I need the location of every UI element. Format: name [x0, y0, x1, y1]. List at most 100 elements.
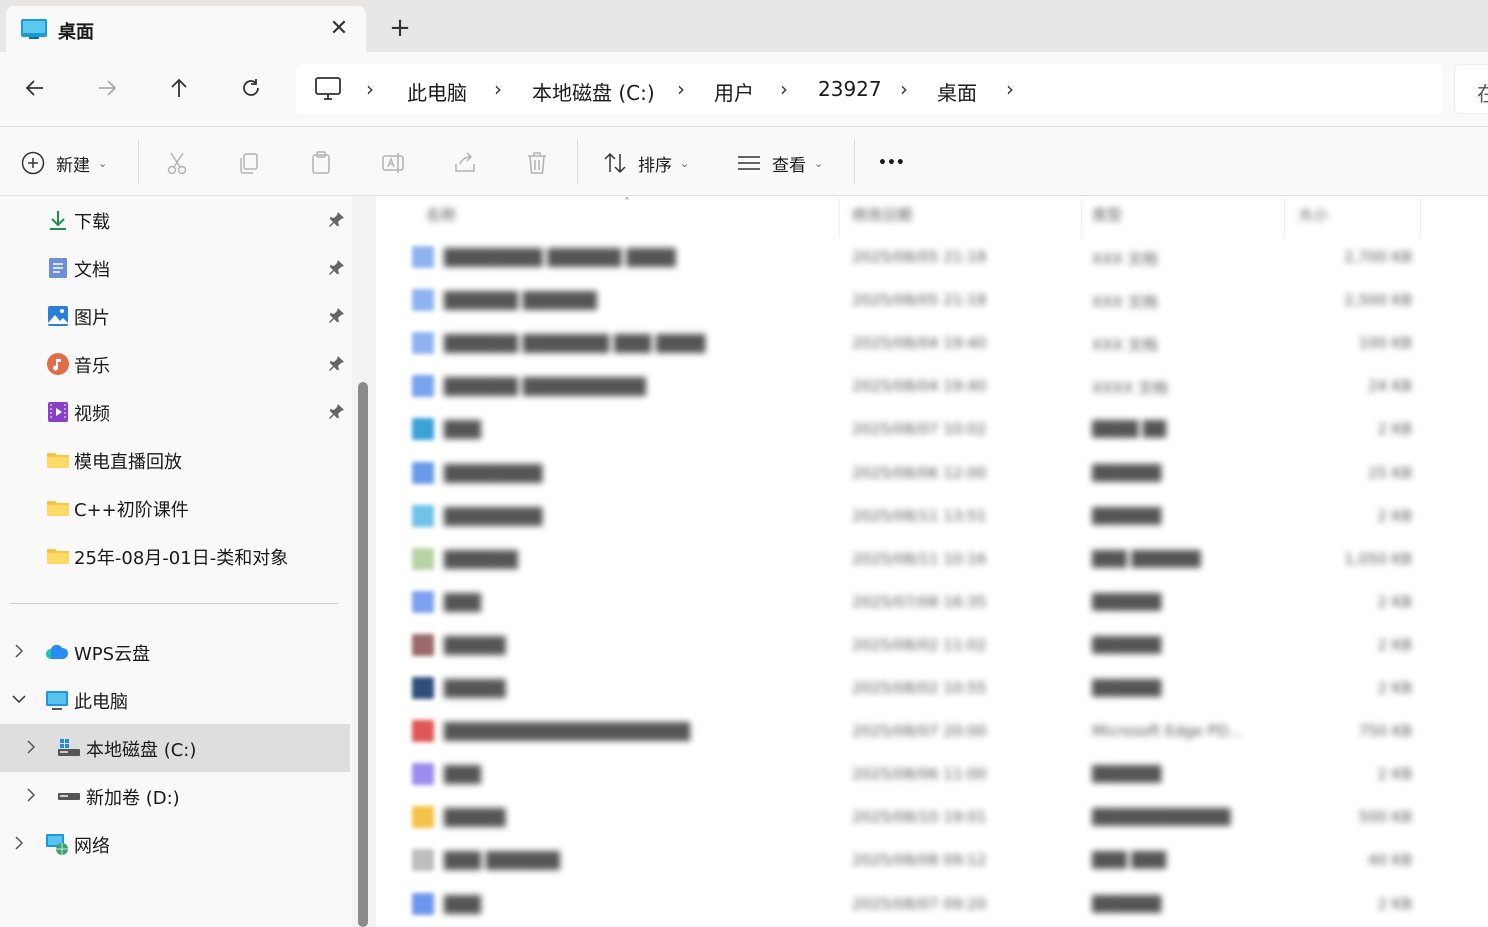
- file-name: ███: [444, 420, 481, 440]
- file-row[interactable]: ███ 2025/07/08 16:35 ██████ 2 KB: [404, 581, 1424, 624]
- file-size: 2 KB: [1377, 679, 1412, 697]
- sidebar-item-new-volume-d[interactable]: 新加卷 (D:): [0, 772, 350, 820]
- column-header-type[interactable]: 类型: [1092, 204, 1122, 234]
- breadcrumb-separator[interactable]: ›: [900, 77, 908, 101]
- file-type: XXXX 文档: [1092, 379, 1168, 398]
- file-row[interactable]: ███ 2025/08/06 11:00 ██████ 2 KB: [404, 753, 1424, 796]
- view-button-label: 查看: [772, 155, 806, 176]
- sidebar-item-network[interactable]: 网络: [0, 820, 350, 868]
- file-modified-date: 2025/07/08 16:35: [852, 592, 987, 611]
- breadcrumb-separator[interactable]: ›: [1006, 77, 1014, 101]
- back-button[interactable]: [17, 70, 53, 106]
- column-header-date[interactable]: 修改日期: [852, 204, 912, 234]
- file-type-icon: [412, 720, 434, 743]
- sidebar-item-folder[interactable]: 25年-08月-01日-类和对象: [0, 532, 350, 580]
- file-row[interactable]: ████████ ██████ ████ 2025/08/05 21:18 XXX …: [404, 236, 1424, 279]
- cut-button[interactable]: [164, 147, 190, 179]
- chevron-right-icon[interactable]: [22, 738, 40, 756]
- sidebar-item-this-pc[interactable]: 此电脑: [0, 676, 350, 724]
- file-row[interactable]: ██████ ███████ ███ ████ 2025/08/04 19:40 X…: [404, 322, 1424, 365]
- sidebar-item-folder[interactable]: 模电直播回放: [0, 436, 350, 484]
- pin-icon[interactable]: [326, 402, 346, 422]
- chevron-right-icon[interactable]: [10, 834, 28, 852]
- breadcrumb-this-pc[interactable]: 此电脑: [407, 77, 467, 106]
- pin-icon[interactable]: [326, 258, 346, 278]
- file-row[interactable]: ███ ██████ 2025/08/08 09:12 ███ ███ 40 KB: [404, 839, 1424, 882]
- file-row[interactable]: █████ 2025/08/10 19:01 ████████████ 500 KB: [404, 796, 1424, 839]
- pin-icon[interactable]: [326, 210, 346, 230]
- chevron-down-icon[interactable]: [10, 690, 28, 708]
- breadcrumb-separator[interactable]: ›: [366, 77, 374, 101]
- trash-icon: [528, 152, 546, 174]
- column-divider[interactable]: [839, 198, 840, 238]
- sidebar-item-music[interactable]: 音乐: [0, 340, 350, 388]
- address-bar[interactable]: › 此电脑 › 本地磁盘 (C:) › 用户 › 23927 › 桌面 ›: [296, 64, 1442, 114]
- copy-button[interactable]: [236, 147, 262, 179]
- sidebar-item-folder[interactable]: C++初阶课件: [0, 484, 350, 532]
- file-type-icon: [412, 418, 434, 441]
- breadcrumb-local-disk-c[interactable]: 本地磁盘 (C:): [532, 77, 655, 106]
- file-size: 25 KB: [1368, 463, 1412, 482]
- share-button[interactable]: [452, 147, 478, 179]
- sidebar-item-label: 图片: [74, 308, 110, 329]
- sidebar-item-documents[interactable]: 文档: [0, 244, 350, 292]
- breadcrumb-desktop[interactable]: 桌面: [937, 77, 977, 106]
- delete-button[interactable]: [524, 147, 550, 179]
- sidebar-item-local-disk-c[interactable]: 本地磁盘 (C:): [0, 724, 350, 772]
- forward-button[interactable]: [89, 70, 125, 106]
- pin-icon[interactable]: [326, 354, 346, 374]
- file-row[interactable]: ████████ 2025/08/06 12:00 ██████ 25 KB: [404, 452, 1424, 495]
- sort-button[interactable]: 排序 ⌄: [602, 147, 689, 179]
- file-row[interactable]: ████████████████████ 2025/08/07 20:00 Micr…: [404, 710, 1424, 753]
- chevron-right-icon[interactable]: [10, 642, 28, 660]
- file-name: ██████ ██████████: [444, 377, 646, 397]
- breadcrumb-separator[interactable]: ›: [780, 77, 788, 101]
- rename-button[interactable]: [380, 147, 406, 179]
- breadcrumb-user-folder[interactable]: 23927: [818, 77, 882, 101]
- column-header-name[interactable]: 名称: [426, 204, 456, 234]
- file-row[interactable]: ██████ ██████ 2025/08/05 21:18 XXX 文档 2,500…: [404, 279, 1424, 322]
- file-row[interactable]: ███ 2025/08/07 09:20 ██████ 2 KB: [404, 883, 1424, 926]
- sidebar-item-downloads[interactable]: 下载: [0, 196, 350, 244]
- file-row[interactable]: █████ 2025/08/02 11:02 ██████ 2 KB: [404, 624, 1424, 667]
- new-tab-button[interactable]: +: [384, 12, 416, 44]
- sidebar-item-wps-cloud[interactable]: WPS云盘: [0, 628, 350, 676]
- chevron-right-icon[interactable]: [22, 786, 40, 804]
- file-row[interactable]: ███ 2025/08/07 10:02 ████ ██ 2 KB: [404, 408, 1424, 451]
- refresh-button[interactable]: [233, 70, 269, 106]
- sidebar-item-pictures[interactable]: 图片: [0, 292, 350, 340]
- file-row[interactable]: ████████ 2025/08/11 13:51 ██████ 2 KB: [404, 495, 1424, 538]
- file-type-icon: [412, 289, 434, 312]
- file-size: 2 KB: [1377, 592, 1412, 611]
- file-type-icon: [412, 504, 434, 527]
- chevron-down-icon: ⌄: [680, 156, 690, 170]
- file-size: 2 KB: [1377, 765, 1412, 784]
- file-row[interactable]: ██████ ██████████ 2025/08/04 19:40 XXXX 文档…: [404, 365, 1424, 408]
- column-divider[interactable]: [1284, 198, 1285, 238]
- breadcrumb-separator[interactable]: ›: [677, 77, 685, 101]
- tab-desktop[interactable]: 桌面 ✕: [6, 6, 366, 52]
- more-options-button[interactable]: •••: [878, 147, 905, 179]
- file-row[interactable]: █████ 2025/08/02 10:55 ██████ 2 KB: [404, 667, 1424, 710]
- column-header-size[interactable]: 大小: [1298, 204, 1328, 234]
- file-row[interactable]: ██████ 2025/08/11 10:16 ███ ██████ 1,050 KB: [404, 538, 1424, 581]
- column-divider[interactable]: [1081, 198, 1082, 238]
- file-type: ██████: [1092, 894, 1162, 913]
- view-button[interactable]: 查看 ⌄: [736, 147, 823, 179]
- file-name: ██████ ██████: [444, 291, 597, 311]
- breadcrumb-separator[interactable]: ›: [494, 77, 502, 101]
- breadcrumb-users[interactable]: 用户: [714, 77, 754, 106]
- search-box[interactable]: 在: [1454, 64, 1488, 114]
- network-icon: [46, 834, 68, 855]
- column-divider[interactable]: [1420, 198, 1421, 238]
- file-type-icon: [412, 332, 434, 355]
- paste-button[interactable]: [308, 147, 334, 179]
- new-button[interactable]: 新建 ⌄: [20, 147, 107, 179]
- pin-icon[interactable]: [326, 306, 346, 326]
- file-modified-date: 2025/08/11 10:16: [852, 549, 987, 568]
- sidebar-scrollbar-thumb[interactable]: [358, 382, 368, 927]
- close-tab-button[interactable]: ✕: [324, 16, 354, 42]
- up-button[interactable]: [161, 70, 197, 106]
- file-name: ████████ ██████ ████: [444, 248, 676, 267]
- sidebar-item-videos[interactable]: 视频: [0, 388, 350, 436]
